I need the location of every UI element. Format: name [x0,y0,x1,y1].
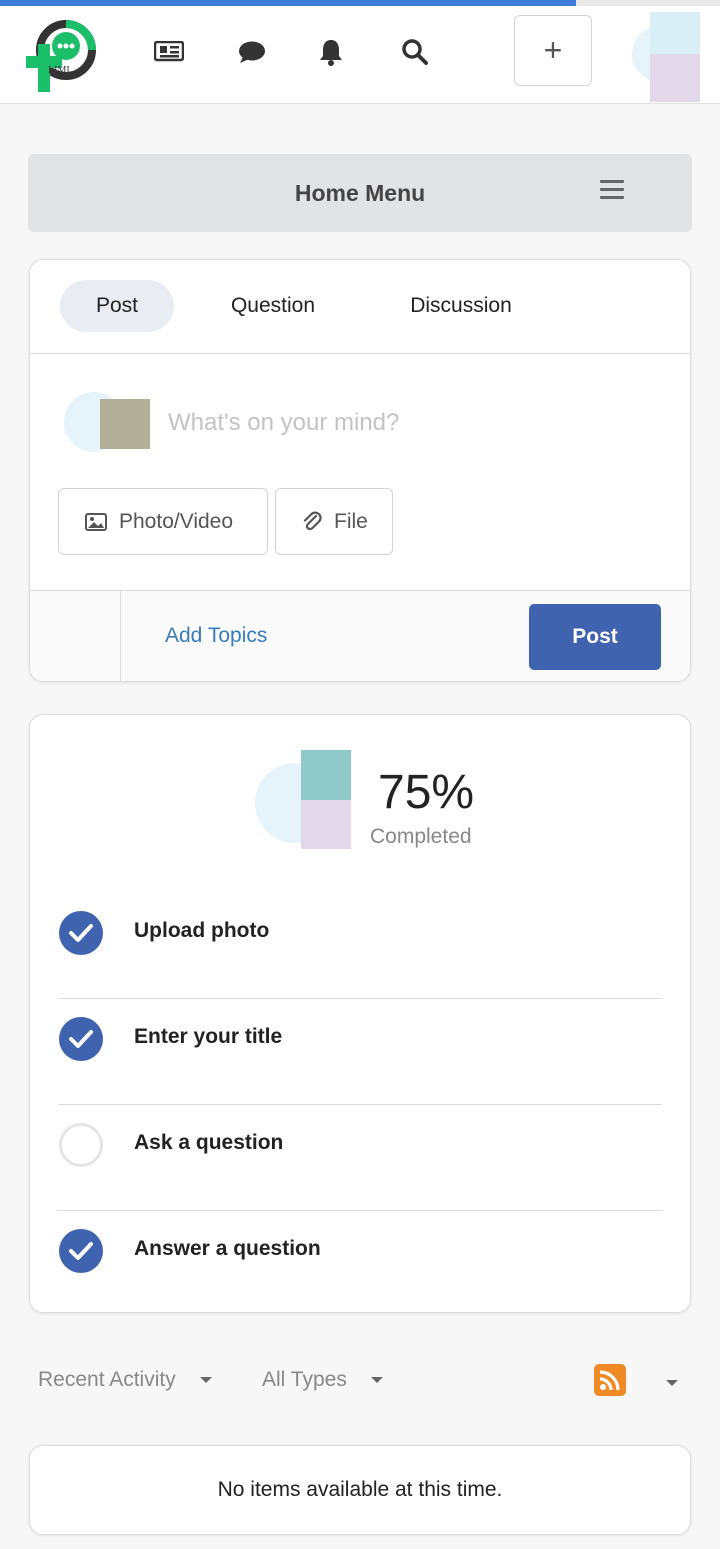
post-composer: Post Question Discussion Photo/Video Fil… [29,259,691,682]
task-label: Ask a question [134,1131,284,1154]
rss-icon[interactable] [594,1364,626,1396]
composer-avatar [58,380,152,462]
profile-avatar [255,747,355,849]
recent-activity-dropdown[interactable]: Recent Activity [38,1368,212,1392]
caret-down-icon [370,1377,383,1383]
search-icon[interactable] [395,32,435,72]
task-label: Enter your title [134,1025,283,1048]
home-menu-bar[interactable]: Home Menu [28,154,692,232]
caret-down-icon [199,1377,212,1383]
completion-label: Completed [370,825,472,848]
chat-icon[interactable] [232,32,272,72]
task-label: Upload photo [134,919,270,942]
bell-icon[interactable] [311,32,351,72]
tab-question[interactable]: Question [212,280,334,332]
task-label: Answer a question [134,1237,321,1260]
tab-discussion[interactable]: Discussion [386,280,536,332]
add-topics-link[interactable]: Add Topics [165,624,267,648]
top-navbar: LIMI + [0,6,720,104]
file-label: File [334,509,368,533]
tab-post[interactable]: Post [60,280,174,332]
check-circle-icon [59,1229,103,1273]
photo-video-label: Photo/Video [119,509,234,533]
file-button[interactable]: File [275,488,393,555]
rss-dropdown-caret-icon[interactable] [666,1380,678,1386]
profile-completion-card: 75% Completed Upload photo Enter your ti… [29,714,691,1313]
check-circle-icon [59,1017,103,1061]
image-icon [85,512,107,531]
task-answer-question[interactable]: Answer a question [58,1211,662,1317]
check-circle-icon [59,911,103,955]
footer-divider [120,591,121,682]
composer-tabs: Post Question Discussion [30,260,690,354]
task-ask-question[interactable]: Ask a question [58,1105,662,1211]
home-menu-title: Home Menu [294,179,426,206]
hamburger-icon[interactable] [600,180,624,200]
svg-text:LIMI: LIMI [48,65,70,76]
photo-video-button[interactable]: Photo/Video [58,488,268,555]
empty-circle-icon [59,1123,103,1167]
activity-feed: No items available at this time. [29,1445,691,1535]
user-avatar[interactable] [630,12,700,102]
empty-feed-message: No items available at this time. [217,1478,503,1501]
recent-activity-label: Recent Activity [38,1368,176,1391]
composer-footer: Add Topics Post [30,590,690,682]
all-types-label: All Types [262,1368,347,1391]
task-upload-photo[interactable]: Upload photo [58,893,662,999]
post-submit-button[interactable]: Post [529,604,661,670]
news-icon[interactable] [149,32,189,72]
post-text-input[interactable] [168,398,618,448]
task-enter-title[interactable]: Enter your title [58,999,662,1105]
create-button[interactable]: + [514,15,592,86]
all-types-dropdown[interactable]: All Types [262,1368,383,1392]
paperclip-icon [303,511,322,530]
site-logo[interactable]: LIMI [22,16,102,92]
completion-percent: 75% [378,766,475,819]
